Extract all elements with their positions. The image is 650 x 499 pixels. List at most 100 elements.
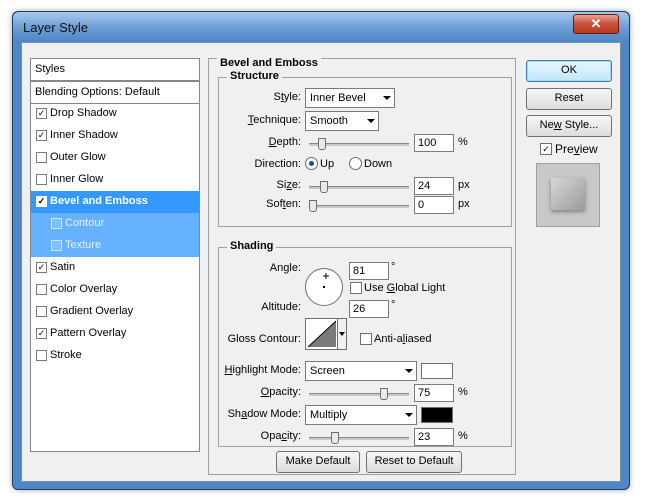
- sidebar-item-color-overlay[interactable]: Color Overlay: [31, 279, 199, 301]
- sidebar-item-stroke[interactable]: Stroke: [31, 345, 199, 367]
- section-title: Bevel and Emboss: [217, 57, 321, 69]
- angle-dial[interactable]: [305, 268, 343, 306]
- highlight-color-swatch[interactable]: [421, 363, 453, 379]
- anti-aliased-checkbox[interactable]: [360, 333, 372, 345]
- shadow-opacity-value: 23: [418, 431, 431, 443]
- sidebar-item-checkbox[interactable]: [36, 174, 47, 185]
- sidebar-item-inner-glow[interactable]: Inner Glow: [31, 169, 199, 191]
- highlight-opacity-label: Opacity:: [260, 386, 301, 398]
- shadow-opacity-slider[interactable]: [309, 432, 409, 444]
- soften-slider-thumb[interactable]: [309, 200, 317, 212]
- soften-input[interactable]: 0: [414, 196, 454, 214]
- highlight-mode-value: Screen: [310, 365, 345, 377]
- shadow-opacity-input[interactable]: 23: [414, 428, 454, 446]
- sidebar-item-label: Texture: [65, 239, 102, 251]
- soften-value: 0: [418, 199, 425, 211]
- size-slider-thumb[interactable]: [320, 181, 328, 193]
- angle-label: Angle:: [269, 262, 301, 274]
- altitude-unit: °: [391, 299, 396, 311]
- chevron-down-icon: [383, 96, 391, 100]
- sidebar-item-gradient-overlay[interactable]: Gradient Overlay: [31, 301, 199, 323]
- sidebar-item-texture[interactable]: Texture: [31, 235, 199, 257]
- shadow-color-swatch[interactable]: [421, 407, 453, 423]
- sidebar-item-label: Drop Shadow: [50, 107, 117, 119]
- sidebar-item-checkbox[interactable]: [36, 284, 47, 295]
- reset-to-default-button[interactable]: Reset to Default: [366, 451, 462, 473]
- sidebar-item-label: Gradient Overlay: [50, 305, 134, 317]
- dialog-body: Styles Blending Options: Default ✓ Drop S…: [21, 42, 621, 482]
- shadow-opacity-thumb[interactable]: [331, 432, 339, 444]
- sidebar-item-label: Color Overlay: [50, 283, 118, 295]
- soften-unit: px: [458, 198, 470, 210]
- angle-crosshair-icon: [323, 273, 329, 288]
- sidebar-item-checkbox[interactable]: [36, 350, 47, 361]
- style-dropdown[interactable]: Inner Bevel: [305, 88, 395, 108]
- sidebar-item-outer-glow[interactable]: Outer Glow: [31, 147, 199, 169]
- sidebar-item-label: Inner Shadow: [50, 129, 118, 141]
- depth-slider-thumb[interactable]: [318, 138, 326, 150]
- sidebar-item-checkbox[interactable]: [36, 152, 47, 163]
- soften-label: Soften:: [266, 198, 301, 210]
- sidebar-item-checkbox[interactable]: [36, 306, 47, 317]
- altitude-input[interactable]: 26: [349, 300, 389, 318]
- chevron-down-icon: [405, 413, 413, 417]
- sidebar-item-checkbox[interactable]: ✓: [36, 130, 47, 141]
- highlight-opacity-value: 75: [418, 387, 431, 399]
- styles-list: Styles Blending Options: Default ✓ Drop S…: [30, 58, 200, 452]
- styles-header[interactable]: Styles: [31, 59, 199, 81]
- shadow-mode-value: Multiply: [310, 409, 348, 421]
- technique-label: Technique:: [247, 114, 301, 126]
- sidebar-item-label: Outer Glow: [50, 151, 106, 163]
- sidebar-item-drop-shadow[interactable]: ✓ Drop Shadow: [31, 103, 199, 125]
- gloss-contour-dropdown-button[interactable]: [337, 319, 346, 349]
- gloss-contour-label: Gloss Contour:: [227, 333, 301, 345]
- ok-button[interactable]: OK: [526, 60, 612, 82]
- sidebar-item-checkbox[interactable]: [51, 218, 62, 229]
- new-style-button[interactable]: New Style...: [526, 115, 612, 137]
- sidebar-item-checkbox[interactable]: ✓: [36, 108, 47, 119]
- highlight-mode-dropdown[interactable]: Screen: [305, 361, 417, 381]
- sidebar-item-label: Pattern Overlay: [50, 327, 127, 339]
- size-slider[interactable]: [309, 181, 409, 193]
- highlight-opacity-unit: %: [458, 386, 468, 398]
- sidebar-item-checkbox[interactable]: [51, 240, 62, 251]
- depth-input[interactable]: 100: [414, 134, 454, 152]
- shadow-mode-label: Shadow Mode:: [227, 408, 301, 420]
- make-default-button[interactable]: Make Default: [276, 451, 360, 473]
- sidebar-item-checkbox[interactable]: ✓: [36, 328, 47, 339]
- depth-slider[interactable]: [309, 138, 409, 150]
- technique-dropdown[interactable]: Smooth: [305, 111, 379, 131]
- sidebar-item-inner-shadow[interactable]: ✓ Inner Shadow: [31, 125, 199, 147]
- sidebar-item-satin[interactable]: ✓ Satin: [31, 257, 199, 279]
- preview-swatch: [551, 178, 585, 210]
- shading-group: Shading Angle: 81 ° Use Global Light Alt…: [218, 240, 512, 447]
- direction-down-radio[interactable]: [349, 157, 362, 170]
- sidebar-item-contour[interactable]: Contour: [31, 213, 199, 235]
- shadow-opacity-unit: %: [458, 430, 468, 442]
- direction-up-radio[interactable]: [305, 157, 318, 170]
- close-button[interactable]: ✕: [573, 14, 619, 34]
- highlight-opacity-input[interactable]: 75: [414, 384, 454, 402]
- size-input[interactable]: 24: [414, 177, 454, 195]
- style-preview-thumbnail: [536, 163, 600, 227]
- sidebar-item-checkbox[interactable]: ✓: [36, 196, 47, 207]
- angle-input[interactable]: 81: [349, 262, 389, 280]
- reset-button[interactable]: Reset: [526, 88, 612, 110]
- global-light-checkbox[interactable]: [350, 282, 362, 294]
- highlight-opacity-slider[interactable]: [309, 388, 409, 400]
- shadow-mode-dropdown[interactable]: Multiply: [305, 405, 417, 425]
- anti-aliased-label: Anti-aliased: [374, 333, 432, 345]
- sidebar-item-pattern-overlay[interactable]: ✓ Pattern Overlay: [31, 323, 199, 345]
- highlight-opacity-thumb[interactable]: [380, 388, 388, 400]
- altitude-label: Altitude:: [261, 301, 301, 313]
- contour-curve-icon: [307, 320, 337, 348]
- sidebar-item-label: Inner Glow: [50, 173, 104, 185]
- preview-checkbox[interactable]: ✓: [540, 143, 552, 155]
- sidebar-item-label: Satin: [50, 261, 76, 273]
- gloss-contour-picker[interactable]: [305, 318, 347, 350]
- sidebar-item-checkbox[interactable]: ✓: [36, 262, 47, 273]
- sidebar-item-bevel-and-emboss[interactable]: ✓ Bevel and Emboss: [31, 191, 199, 213]
- size-value: 24: [418, 180, 431, 192]
- soften-slider[interactable]: [309, 200, 409, 212]
- blending-options-item[interactable]: Blending Options: Default: [31, 81, 199, 104]
